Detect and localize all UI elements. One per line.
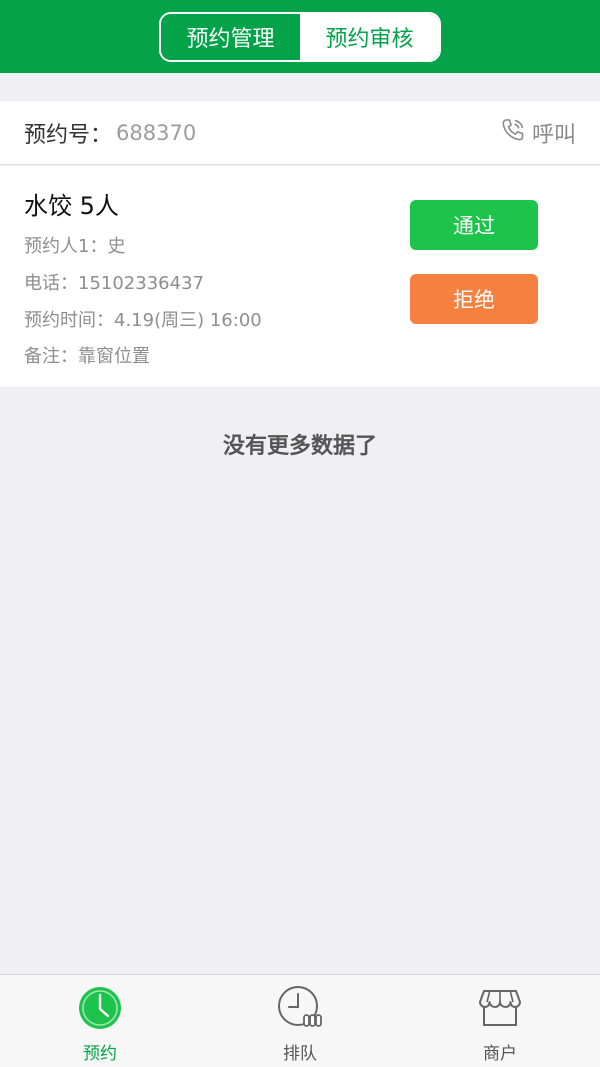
- booking-number-row: 预约号： 688370 呼叫: [0, 101, 600, 165]
- tab-merchant[interactable]: 商户: [400, 975, 600, 1067]
- app-root: 预约管理 预约审核 预约号： 688370 呼叫 水饺 5人 预约人1：史 电话…: [0, 0, 600, 1067]
- booking-title: 水饺 5人: [24, 192, 119, 220]
- tab-booking-review[interactable]: 预约审核: [300, 14, 439, 60]
- bottom-tab-bar: 预约 排队 商户: [0, 974, 600, 1067]
- phone-icon: [500, 117, 526, 149]
- clock-icon: [77, 985, 123, 1031]
- booking-time: 预约时间：4.19(周三) 16:00: [24, 310, 262, 331]
- header-bar: 预约管理 预约审核: [0, 0, 600, 73]
- booking-note: 备注：靠窗位置: [24, 346, 150, 367]
- reject-button[interactable]: 拒绝: [410, 274, 538, 324]
- tab-booking-label: 预约: [83, 1044, 117, 1064]
- booking-number-value: 688370: [116, 120, 197, 145]
- tab-merchant-label: 商户: [483, 1044, 517, 1064]
- call-label: 呼叫: [531, 123, 576, 148]
- no-more-data-text: 没有更多数据了: [222, 434, 377, 459]
- booking-number-label: 预约号：: [24, 122, 113, 148]
- store-icon: [477, 985, 523, 1031]
- call-button[interactable]: 呼叫: [500, 101, 576, 165]
- tab-queue-label: 排队: [283, 1044, 317, 1064]
- booking-card: 水饺 5人 预约人1：史 电话：15102336437 预约时间：4.19(周三…: [0, 166, 600, 387]
- tab-queue[interactable]: 排队: [200, 975, 400, 1067]
- queue-icon: [277, 985, 323, 1031]
- booker-name: 预约人1：史: [24, 236, 126, 257]
- tab-booking[interactable]: 预约: [0, 975, 200, 1067]
- segmented-control: 预约管理 预约审核: [159, 12, 441, 62]
- approve-button[interactable]: 通过: [410, 200, 538, 250]
- booker-phone: 电话：15102336437: [24, 273, 204, 294]
- tab-booking-management[interactable]: 预约管理: [161, 14, 300, 60]
